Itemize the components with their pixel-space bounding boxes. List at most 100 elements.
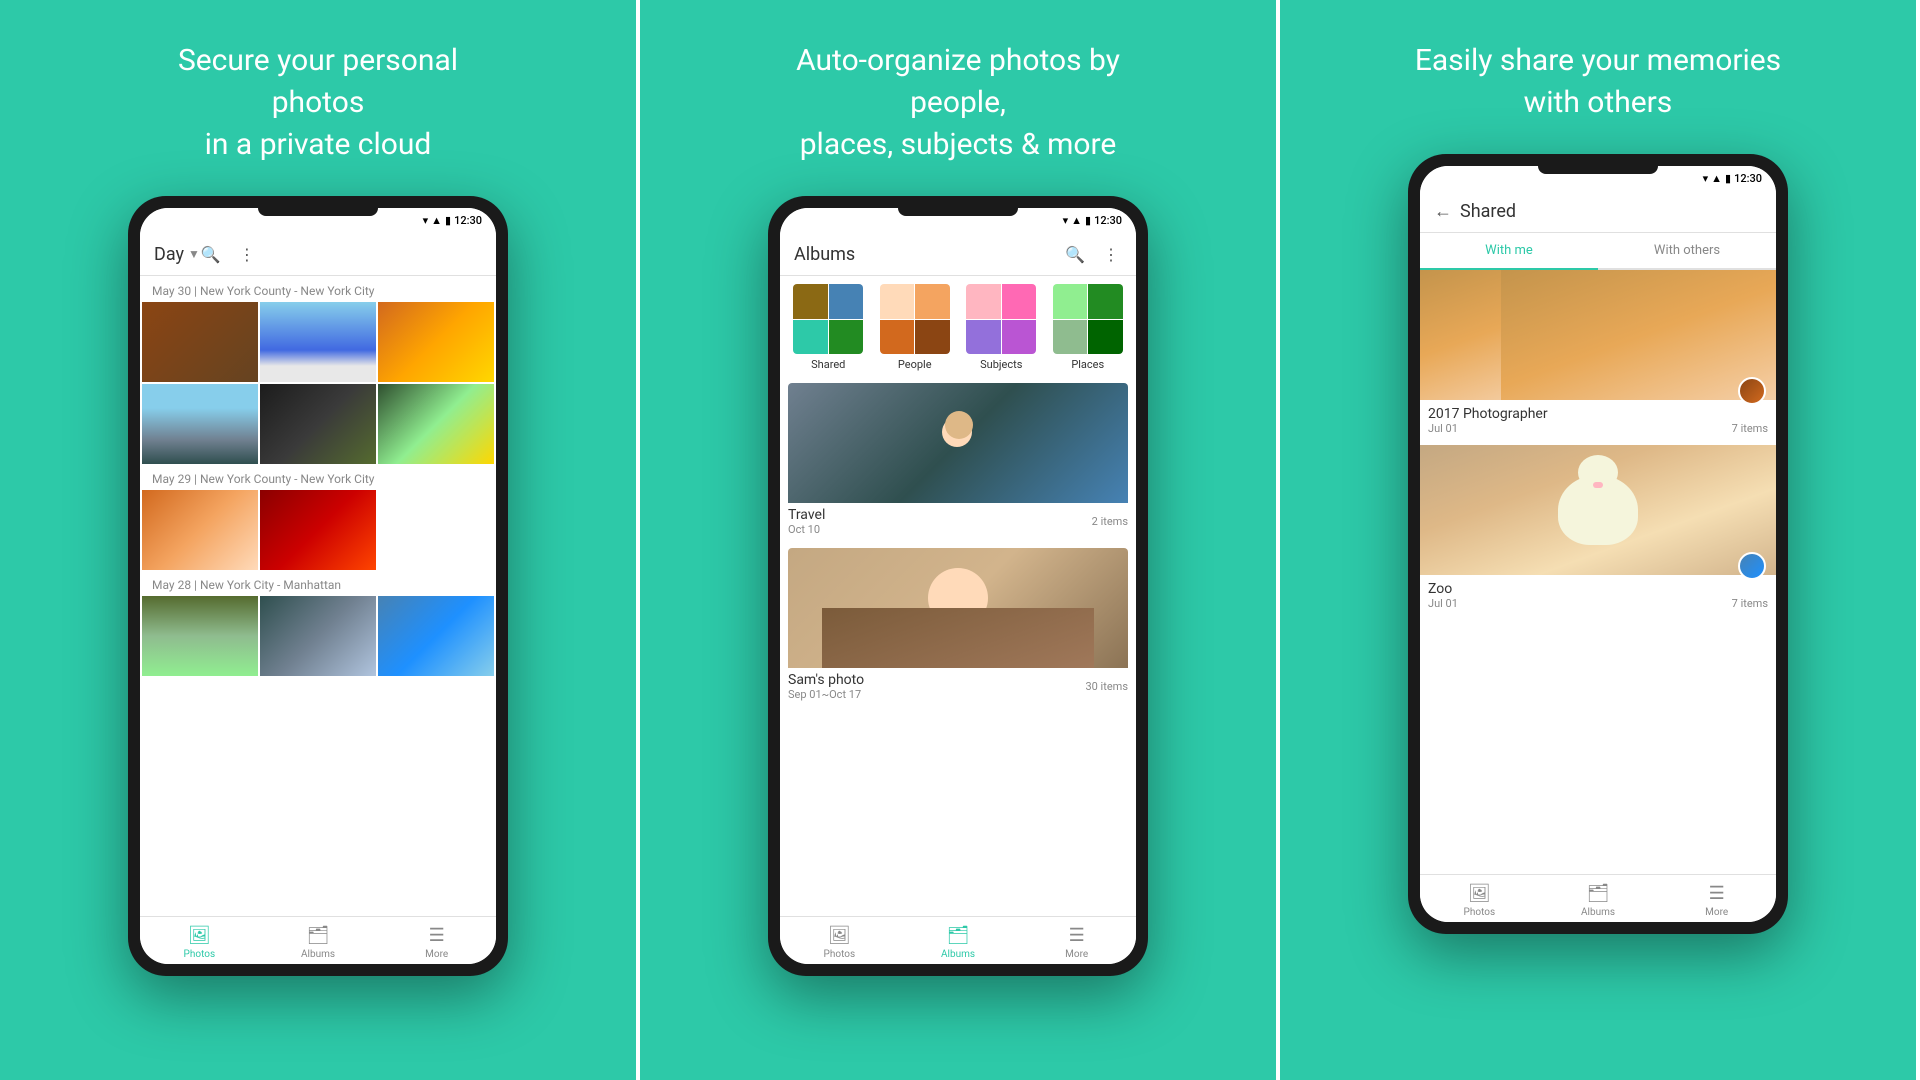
panel-1: Secure your personal photos in a private…: [0, 0, 640, 1080]
subjects-mini-3: [966, 320, 1001, 355]
zoo-meta: Jul 01 7 items: [1428, 597, 1768, 610]
shared-thumb-grid: [793, 284, 863, 354]
battery-icon: ▮: [445, 214, 451, 227]
wifi-icon-2: ▾: [1063, 214, 1069, 227]
people-thumb-grid: [880, 284, 950, 354]
zoo-bg-div: [1420, 445, 1776, 575]
tab-with-me-label: With me: [1485, 243, 1533, 258]
photo-cell-11[interactable]: [378, 596, 494, 676]
subjects-mini-1: [966, 284, 1001, 319]
time-display-2: 12:30: [1094, 214, 1122, 227]
nav-more-3[interactable]: ☰ More: [1657, 883, 1776, 918]
photographer-img: [1420, 270, 1776, 400]
photo-cell-9[interactable]: [142, 596, 258, 676]
photo-cell-4[interactable]: [142, 384, 258, 464]
nav-photos-1[interactable]: 🖼 Photos: [140, 925, 259, 960]
photo-cell-1[interactable]: [142, 302, 258, 382]
photo-cell-10[interactable]: [260, 596, 376, 676]
photo-cell-5[interactable]: [260, 384, 376, 464]
photo-cell-3[interactable]: [378, 302, 494, 382]
day-label: Day: [154, 244, 184, 265]
sams-album-name: Sam's photo: [788, 672, 864, 688]
tab-with-others-label: With others: [1654, 243, 1720, 258]
search-button-2[interactable]: 🔍: [1064, 243, 1086, 265]
nav-photos-2[interactable]: 🖼 Photos: [780, 925, 899, 960]
nav-albums-2[interactable]: 🗂 Albums: [899, 925, 1018, 960]
people-mini-3: [880, 320, 915, 355]
toolbar-2: Albums 🔍 ⋮: [780, 233, 1136, 276]
photos-nav-icon: 🖼: [188, 925, 211, 946]
photographer-meta: Jul 01 7 items: [1428, 422, 1768, 435]
places-label: Places: [1071, 358, 1104, 371]
nav-photos-label-1: Photos: [184, 949, 216, 960]
more-button-2[interactable]: ⋮: [1100, 243, 1122, 265]
nav-albums-1[interactable]: 🗂 Albums: [259, 925, 378, 960]
subjects-mini-2: [1002, 284, 1037, 319]
photos-nav-icon-3: 🖼: [1468, 883, 1491, 904]
travel-album-name: Travel: [788, 507, 825, 523]
people-mini-1: [880, 284, 915, 319]
shared-list: 2017 Photographer Jul 01 7 items: [1420, 270, 1776, 616]
photo-cell-7[interactable]: [142, 490, 258, 570]
phone-2: ▾ ▲ ▮ 12:30 Albums 🔍 ⋮: [768, 196, 1148, 976]
shared-mini-3: [793, 320, 828, 355]
zoo-avatar: [1738, 552, 1766, 580]
album-thumb-subjects[interactable]: Subjects: [961, 284, 1042, 371]
travel-album[interactable]: Travel Oct 10 2 items: [788, 383, 1128, 540]
categories-grid: Shared People: [788, 284, 1128, 371]
nav-albums-label-3: Albums: [1581, 907, 1615, 918]
shared-mini-4: [829, 320, 864, 355]
subjects-thumb-grid: [966, 284, 1036, 354]
travel-album-img: [788, 383, 1128, 503]
subjects-thumb-imgs: [966, 284, 1036, 354]
phone-notch-2: [898, 208, 1018, 216]
battery-icon-3: ▮: [1725, 172, 1731, 185]
album-thumb-shared[interactable]: Shared: [788, 284, 869, 371]
phone-1: ▾ ▲ ▮ 12:30 Day ▼ 🔍 ⋮ M: [128, 196, 508, 976]
nav-albums-3[interactable]: 🗂 Albums: [1539, 883, 1658, 918]
nav-photos-3[interactable]: 🖼 Photos: [1420, 883, 1539, 918]
back-button[interactable]: ←: [1434, 201, 1452, 222]
photos-nav-icon-2: 🖼: [828, 925, 851, 946]
nav-more-1[interactable]: ☰ More: [377, 925, 496, 960]
search-button-1[interactable]: 🔍: [200, 243, 222, 265]
shared-thumb-imgs: [793, 284, 863, 354]
tab-with-others[interactable]: With others: [1598, 233, 1776, 268]
shared-item-photographer[interactable]: 2017 Photographer Jul 01 7 items: [1420, 270, 1776, 441]
wifi-icon-3: ▾: [1703, 172, 1709, 185]
phone-screen-1: ▾ ▲ ▮ 12:30 Day ▼ 🔍 ⋮ M: [140, 208, 496, 964]
lamb-body: [1558, 475, 1638, 545]
nav-more-2[interactable]: ☰ More: [1017, 925, 1136, 960]
photo-cell-6[interactable]: [378, 384, 494, 464]
day-dropdown[interactable]: Day ▼: [154, 244, 200, 265]
time-display-3: 12:30: [1734, 172, 1762, 185]
photo-cell-2[interactable]: [260, 302, 376, 382]
date-header-may30: May 30 | New York County - New York City: [140, 276, 496, 302]
sams-album-date: Sep 01~Oct 17: [788, 688, 864, 701]
phone-notch-3: [1538, 166, 1658, 174]
photo-cell-8[interactable]: [260, 490, 376, 570]
photographer-count: 7 items: [1732, 422, 1768, 435]
places-mini-4: [1088, 320, 1123, 355]
nav-albums-label-2: Albums: [941, 949, 975, 960]
album-thumb-people[interactable]: People: [875, 284, 956, 371]
battery-icon-2: ▮: [1085, 214, 1091, 227]
shared-list-scroll[interactable]: 2017 Photographer Jul 01 7 items: [1420, 270, 1776, 874]
photo-grid-may30: [140, 302, 496, 464]
nav-more-label-2: More: [1065, 949, 1088, 960]
nav-photos-label-3: Photos: [1464, 907, 1496, 918]
date-header-may29: May 29 | New York County - New York City: [140, 464, 496, 490]
more-nav-icon-1: ☰: [429, 925, 445, 946]
sams-album-details: Sam's photo Sep 01~Oct 17: [788, 672, 864, 701]
albums-scroll[interactable]: Shared People: [780, 276, 1136, 916]
places-mini-3: [1053, 320, 1088, 355]
more-button-1[interactable]: ⋮: [236, 243, 258, 265]
tab-with-me[interactable]: With me: [1420, 233, 1598, 268]
shared-item-zoo[interactable]: Zoo Jul 01 7 items: [1420, 445, 1776, 616]
photos-scroll[interactable]: May 30 | New York County - New York City…: [140, 276, 496, 916]
sams-album[interactable]: Sam's photo Sep 01~Oct 17 30 items: [788, 548, 1128, 705]
album-thumb-places[interactable]: Places: [1048, 284, 1129, 371]
travel-bg: [788, 383, 1128, 503]
zoo-title: Zoo: [1428, 581, 1768, 597]
photographer-bg-div: [1420, 270, 1776, 400]
